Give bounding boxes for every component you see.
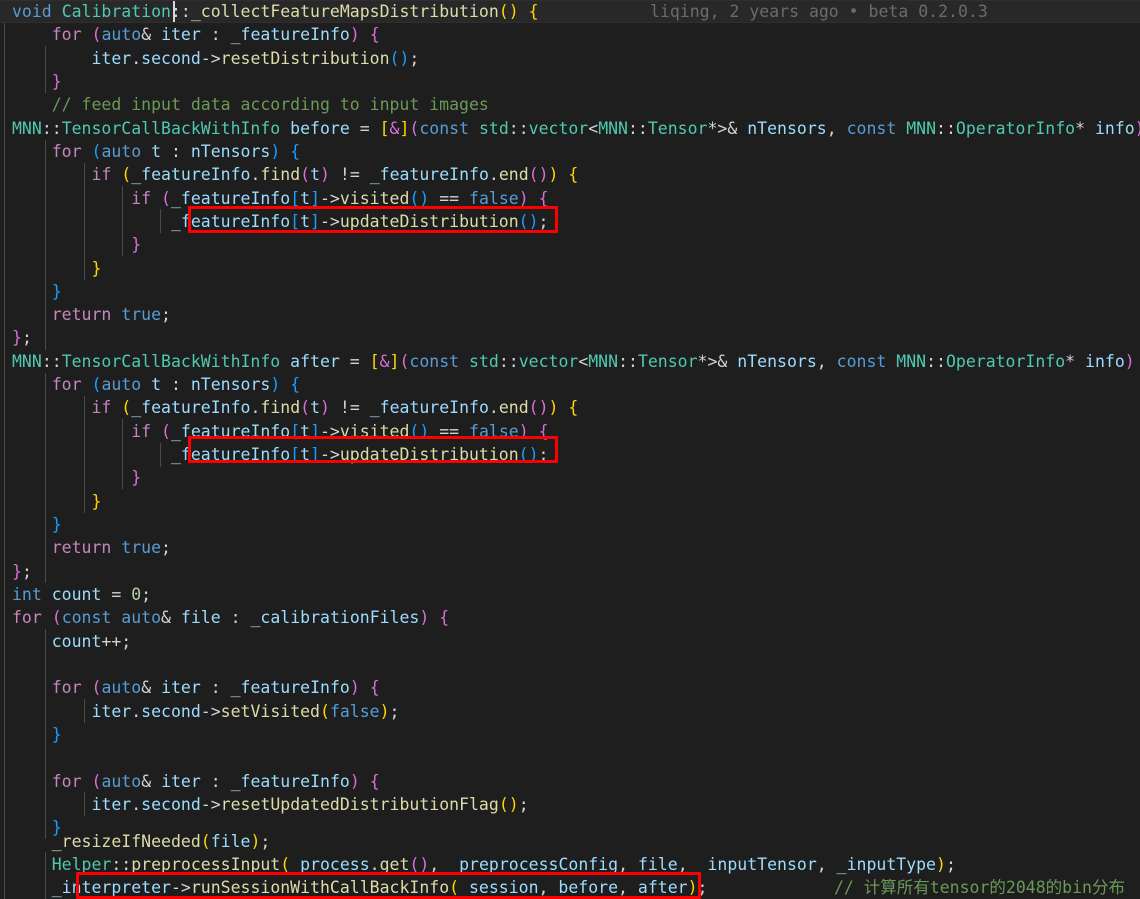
code-line-16[interactable]: MNN::TensorCallBackWithInfo after = [&](… xyxy=(0,350,1140,373)
code-line-9[interactable]: if (_featureInfo[t]->visited() == false)… xyxy=(0,187,1140,210)
code-line-28[interactable]: count++; xyxy=(0,630,1140,653)
git-blame-annotation: liqing, 2 years ago • beta 0.2.0.3 xyxy=(650,2,988,21)
code-line-3[interactable]: iter.second->resetDistribution(); xyxy=(0,47,1140,70)
code-line-37[interactable]: _resizeIfNeeded(file); xyxy=(0,830,1140,853)
code-line-15[interactable]: }; xyxy=(0,326,1140,349)
code-line-2[interactable]: for (auto& iter : _featureInfo) { xyxy=(0,23,1140,46)
code-line-23[interactable]: } xyxy=(0,513,1140,536)
code-line-34[interactable]: for (auto& iter : _featureInfo) { xyxy=(0,770,1140,793)
code-line-20[interactable]: _featureInfo[t]->updateDistribution(); xyxy=(0,443,1140,466)
code-line-38[interactable]: Helper::preprocessInput( process.get(), … xyxy=(0,853,1140,876)
code-line-4[interactable]: } xyxy=(0,70,1140,93)
code-line-30[interactable]: for (auto& iter : _featureInfo) { xyxy=(0,676,1140,699)
code-line-7[interactable]: for (auto t : nTensors) { xyxy=(0,140,1140,163)
code-line-13[interactable]: } xyxy=(0,280,1140,303)
code-line-21[interactable]: } xyxy=(0,466,1140,489)
code-line-19[interactable]: if (_featureInfo[t]->visited() == false)… xyxy=(0,420,1140,443)
code-line-5[interactable]: // feed input data according to input im… xyxy=(0,93,1140,116)
code-line-26[interactable]: int count = 0; xyxy=(0,583,1140,606)
code-line-18[interactable]: if (_featureInfo.find(t) != _featureInfo… xyxy=(0,396,1140,419)
chinese-trailing-comment: // 计算所有tensor的2048的bin分布 xyxy=(834,878,1125,898)
code-line-33[interactable] xyxy=(0,746,1140,769)
code-line-29[interactable] xyxy=(0,653,1140,676)
code-line-32[interactable]: } xyxy=(0,723,1140,746)
code-line-22[interactable]: } xyxy=(0,490,1140,513)
code-line-14[interactable]: return true; xyxy=(0,303,1140,326)
code-line-10[interactable]: _featureInfo[t]->updateDistribution(); xyxy=(0,210,1140,233)
code-line-12[interactable]: } xyxy=(0,257,1140,280)
code-editor-viewport[interactable]: void Calibration::_collectFeatureMapsDis… xyxy=(0,0,1140,899)
code-line-24[interactable]: return true; xyxy=(0,536,1140,559)
code-line-25[interactable]: }; xyxy=(0,560,1140,583)
code-line-6[interactable]: MNN::TensorCallBackWithInfo before = [&]… xyxy=(0,117,1140,140)
code-line-35[interactable]: iter.second->resetUpdatedDistributionFla… xyxy=(0,793,1140,816)
code-line-17[interactable]: for (auto t : nTensors) { xyxy=(0,373,1140,396)
code-line-31[interactable]: iter.second->setVisited(false); xyxy=(0,700,1140,723)
code-line-11[interactable]: } xyxy=(0,233,1140,256)
code-line-27[interactable]: for (const auto& file : _calibrationFile… xyxy=(0,606,1140,629)
code-line-8[interactable]: if (_featureInfo.find(t) != _featureInfo… xyxy=(0,163,1140,186)
